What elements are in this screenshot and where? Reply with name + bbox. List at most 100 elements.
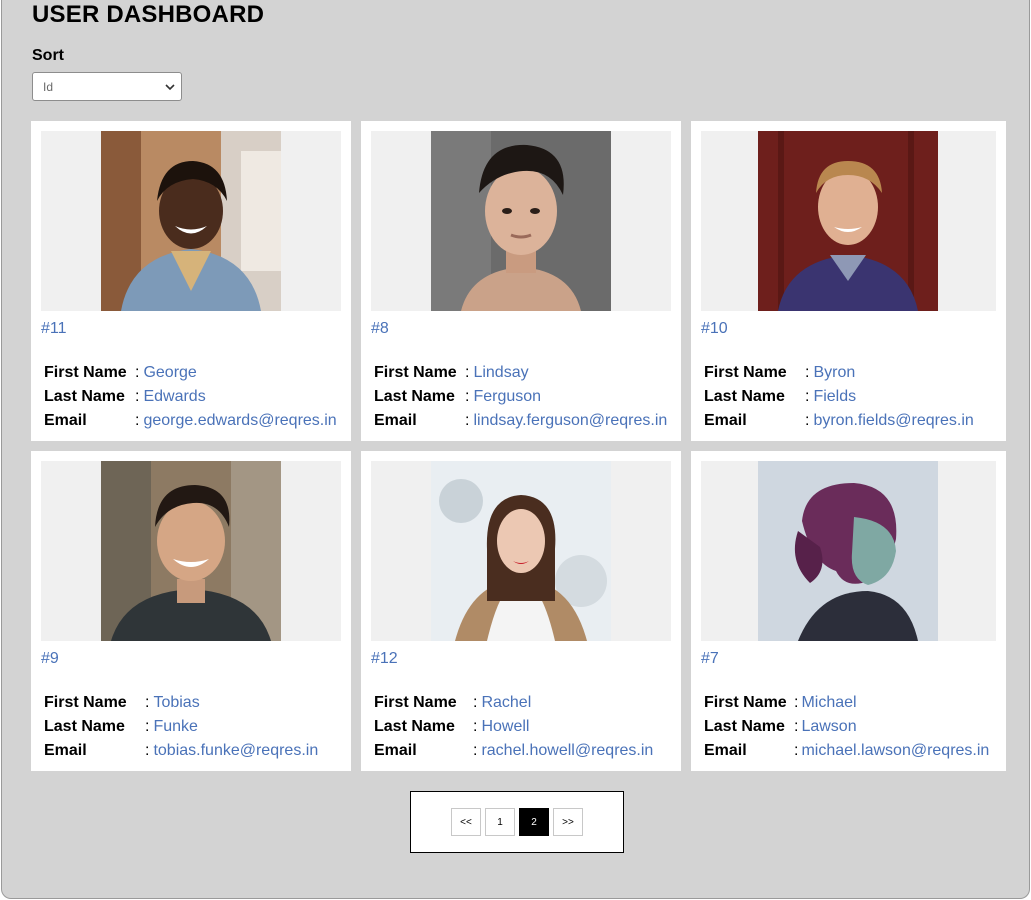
email-row: Email : tobias.funke@reqres.in [44,739,318,763]
email-label: Email [44,742,87,759]
last-name-row: Last Name : Edwards [44,385,337,409]
email-row: Email : george.edwards@reqres.in [44,409,337,433]
user-card: #8 First Name : Lindsay Last Name : Ferg… [361,121,681,441]
separator: : [145,694,150,711]
avatar [758,461,938,641]
last-name-value: Howell [481,718,530,735]
first-name-value: Lindsay [473,364,529,381]
first-name-value: Rachel [481,694,532,711]
user-id: #8 [371,320,389,337]
last-name-label: Last Name [44,388,125,405]
last-name-row: Last Name : Funke [44,715,318,739]
user-id: #9 [41,650,59,667]
avatar [758,131,938,311]
page-2-button[interactable]: 2 [519,808,549,836]
separator: : [145,718,150,735]
last-name-value: Edwards [143,388,206,405]
last-name-label: Last Name [374,388,455,405]
avatar-frame [371,131,671,311]
separator: : [465,388,470,405]
email-row: Email : lindsay.ferguson@reqres.in [374,409,667,433]
user-info: First Name : Byron Last Name : Fields Em… [704,361,974,433]
separator: : [794,742,799,759]
user-card: #9 First Name : Tobias Last Name : Funke… [31,451,351,771]
avatar-frame [701,461,996,641]
separator: : [805,412,810,429]
separator: : [135,412,140,429]
user-info: First Name : George Last Name : Edwards … [44,361,337,433]
prev-page-button[interactable]: << [451,808,481,836]
first-name-label: First Name [374,694,457,711]
separator: : [465,364,470,381]
last-name-label: Last Name [704,718,785,735]
first-name-row: First Name : Rachel [374,691,653,715]
first-name-value: Michael [801,694,857,711]
email-value: byron.fields@reqres.in [813,412,974,429]
avatar [431,461,611,641]
avatar [431,131,611,311]
first-name-label: First Name [44,694,127,711]
last-name-row: Last Name : Ferguson [374,385,667,409]
user-card: #12 First Name : Rachel Last Name : Howe… [361,451,681,771]
user-info: First Name : Rachel Last Name : Howell E… [374,691,653,763]
sort-label: Sort [32,47,64,64]
email-row: Email : byron.fields@reqres.in [704,409,974,433]
user-info: First Name : Lindsay Last Name : Ferguso… [374,361,667,433]
first-name-value: Byron [813,364,856,381]
page-1-button[interactable]: 1 [485,808,515,836]
last-name-label: Last Name [704,388,785,405]
user-info: First Name : Tobias Last Name : Funke Em… [44,691,318,763]
last-name-row: Last Name : Howell [374,715,653,739]
last-name-label: Last Name [374,718,455,735]
email-label: Email [374,742,417,759]
first-name-value: George [143,364,197,381]
first-name-row: First Name : Michael [704,691,989,715]
last-name-row: Last Name : Fields [704,385,974,409]
email-label: Email [704,742,747,759]
avatar-frame [41,461,341,641]
first-name-row: First Name : Byron [704,361,974,385]
user-id: #7 [701,650,719,667]
user-card: #10 First Name : Byron Last Name : Field… [691,121,1006,441]
next-page-button[interactable]: >> [553,808,583,836]
chevron-down-icon [165,83,175,90]
sort-select[interactable]: Id [32,72,182,101]
first-name-value: Tobias [153,694,200,711]
separator: : [465,412,470,429]
avatar [101,461,281,641]
separator: : [805,364,810,381]
separator: : [473,694,478,711]
user-id: #11 [41,320,67,337]
separator: : [145,742,150,759]
last-name-label: Last Name [44,718,125,735]
last-name-value: Fields [813,388,857,405]
last-name-row: Last Name : Lawson [704,715,989,739]
avatar [101,131,281,311]
sort-selected-value: Id [43,79,54,94]
first-name-row: First Name : Lindsay [374,361,667,385]
user-id: #10 [701,320,728,337]
email-value: michael.lawson@reqres.in [801,742,990,759]
email-row: Email : rachel.howell@reqres.in [374,739,653,763]
first-name-label: First Name [704,364,787,381]
user-info: First Name : Michael Last Name : Lawson … [704,691,989,763]
dashboard-page: USER DASHBOARD Sort Id #11 First Name: … [1,0,1030,899]
separator: : [805,388,810,405]
last-name-value: Funke [153,718,198,735]
last-name-value: Lawson [801,718,857,735]
email-label: Email [374,412,417,429]
separator: : [135,364,140,381]
email-value: george.edwards@reqres.in [143,412,337,429]
separator: : [794,718,799,735]
first-name-label: First Name [704,694,787,711]
email-value: lindsay.ferguson@reqres.in [473,412,668,429]
separator: : [473,742,478,759]
first-name-label: First Name [374,364,457,381]
last-name-value: Ferguson [473,388,542,405]
page-title: USER DASHBOARD [32,1,265,28]
email-label: Email [704,412,747,429]
avatar-frame [41,131,341,311]
separator: : [135,388,140,405]
first-name-row: First Name : Tobias [44,691,318,715]
first-name-row: First Name : George [44,361,337,385]
